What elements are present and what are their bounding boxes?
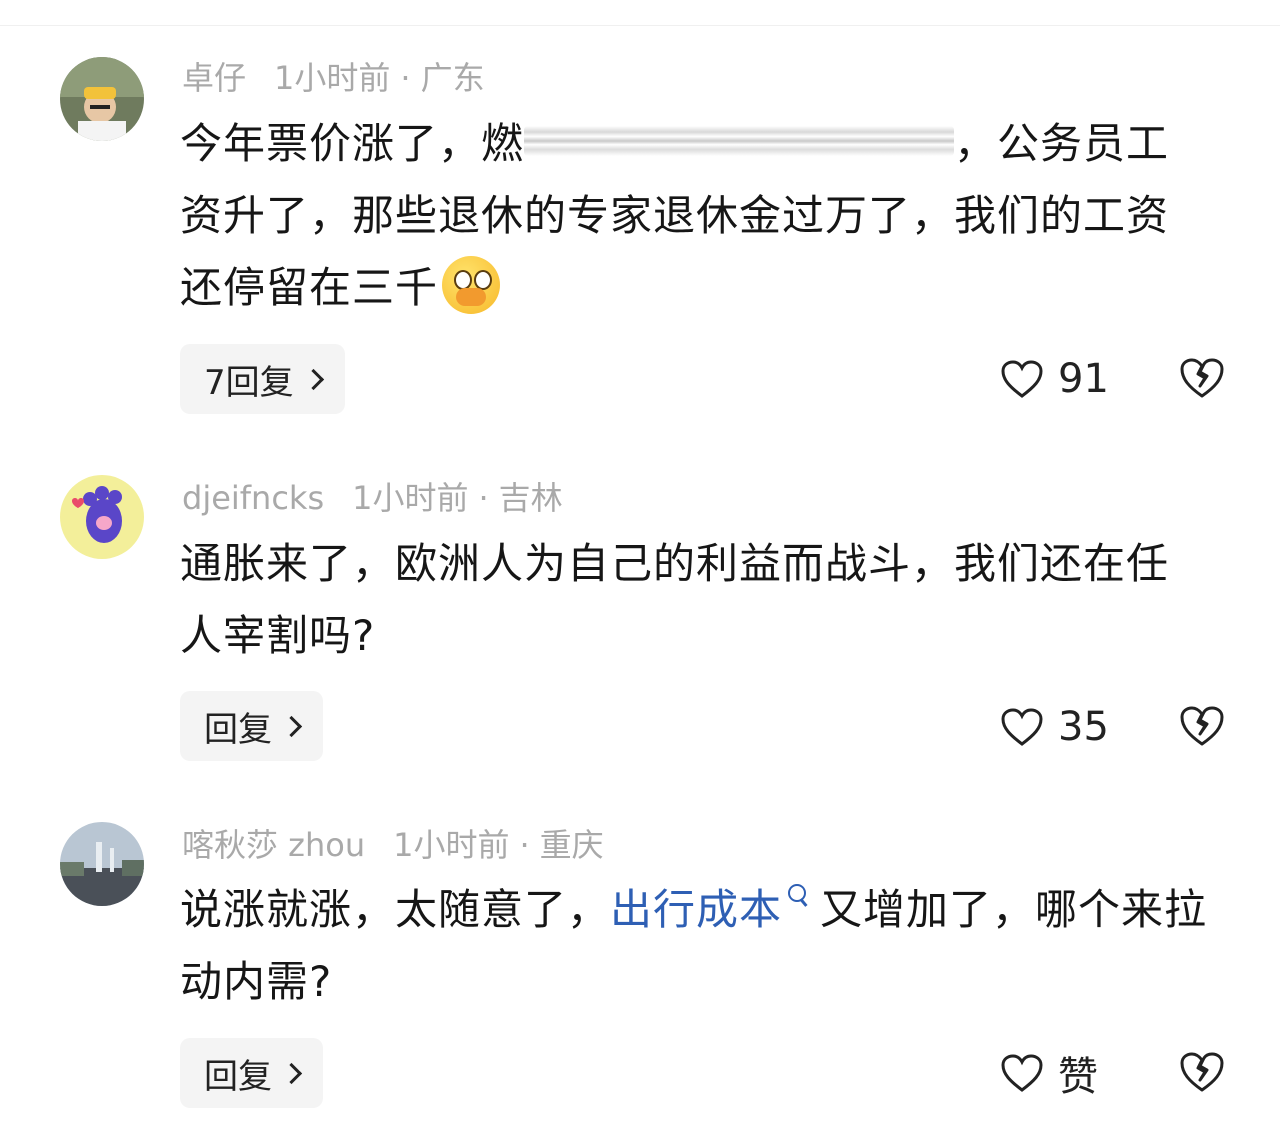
heart-icon: [1001, 1054, 1043, 1092]
comment-text-part: 说涨就涨，太随意了，: [180, 885, 611, 934]
meta-separator: ·: [400, 59, 411, 97]
reply-button[interactable]: 回复: [180, 691, 323, 761]
chevron-right-icon: [280, 1062, 303, 1084]
view-replies-button[interactable]: 7回复: [180, 344, 345, 414]
location: 广东: [420, 59, 485, 97]
username[interactable]: djeifncks: [182, 479, 324, 517]
like-count: 赞: [1058, 1054, 1098, 1100]
comment-text: 通胀来了，欧洲人为自己的利益而战斗，我们还在任人宰割吗?: [180, 539, 1170, 660]
like-button[interactable]: 赞: [1000, 1048, 1098, 1100]
timestamp: 1小时前: [352, 479, 469, 517]
username[interactable]: 卓仔: [182, 59, 246, 97]
reply-label: 7回复: [204, 362, 294, 403]
avatar[interactable]: [60, 57, 144, 141]
comment-text-part: 今年票价涨了，燃: [180, 119, 525, 168]
chevron-right-icon: [280, 715, 303, 737]
username[interactable]: 喀秋莎 zhou: [182, 826, 365, 864]
search-icon[interactable]: [788, 884, 807, 902]
top-divider: [0, 25, 1280, 26]
pleading-emoji-icon: [442, 255, 501, 314]
meta-separator: ·: [519, 826, 530, 864]
redaction-scribble: [524, 125, 955, 156]
heart-icon: [1001, 708, 1043, 746]
comment-meta: 卓仔 1小时前 · 广东: [182, 58, 485, 98]
heart-icon: [1001, 360, 1043, 398]
location: 重庆: [539, 826, 604, 864]
broken-heart-icon[interactable]: [1178, 704, 1226, 748]
timestamp: 1小时前: [274, 59, 391, 97]
avatar[interactable]: [60, 822, 144, 906]
broken-heart-icon[interactable]: [1178, 1050, 1226, 1094]
reply-label: 回复: [204, 709, 272, 750]
meta-separator: ·: [478, 479, 489, 517]
broken-heart-icon[interactable]: [1178, 356, 1226, 400]
reply-button[interactable]: 回复: [180, 1038, 323, 1108]
like-button[interactable]: 91: [1000, 354, 1109, 404]
comment-meta: 喀秋莎 zhou 1小时前 · 重庆: [182, 825, 604, 865]
comment-text: 说涨就涨，太随意了，出行成本 又增加了，哪个来拉动内需?: [180, 874, 1210, 1018]
comment-text: 今年票价涨了，燃 ，公务员工资升了，那些退休的专家退休金过万了，我们的工资还停留在…: [180, 108, 1210, 324]
timestamp: 1小时前: [393, 826, 510, 864]
reply-label: 回复: [204, 1056, 272, 1097]
like-count: 91: [1058, 356, 1109, 402]
avatar[interactable]: [60, 475, 144, 559]
location: 吉林: [498, 479, 563, 517]
comment-meta: djeifncks 1小时前 · 吉林: [182, 478, 563, 518]
like-button[interactable]: 35: [1000, 702, 1109, 752]
topic-link[interactable]: 出行成本: [610, 885, 782, 934]
chevron-right-icon: [302, 368, 324, 390]
like-count: 35: [1058, 704, 1109, 750]
